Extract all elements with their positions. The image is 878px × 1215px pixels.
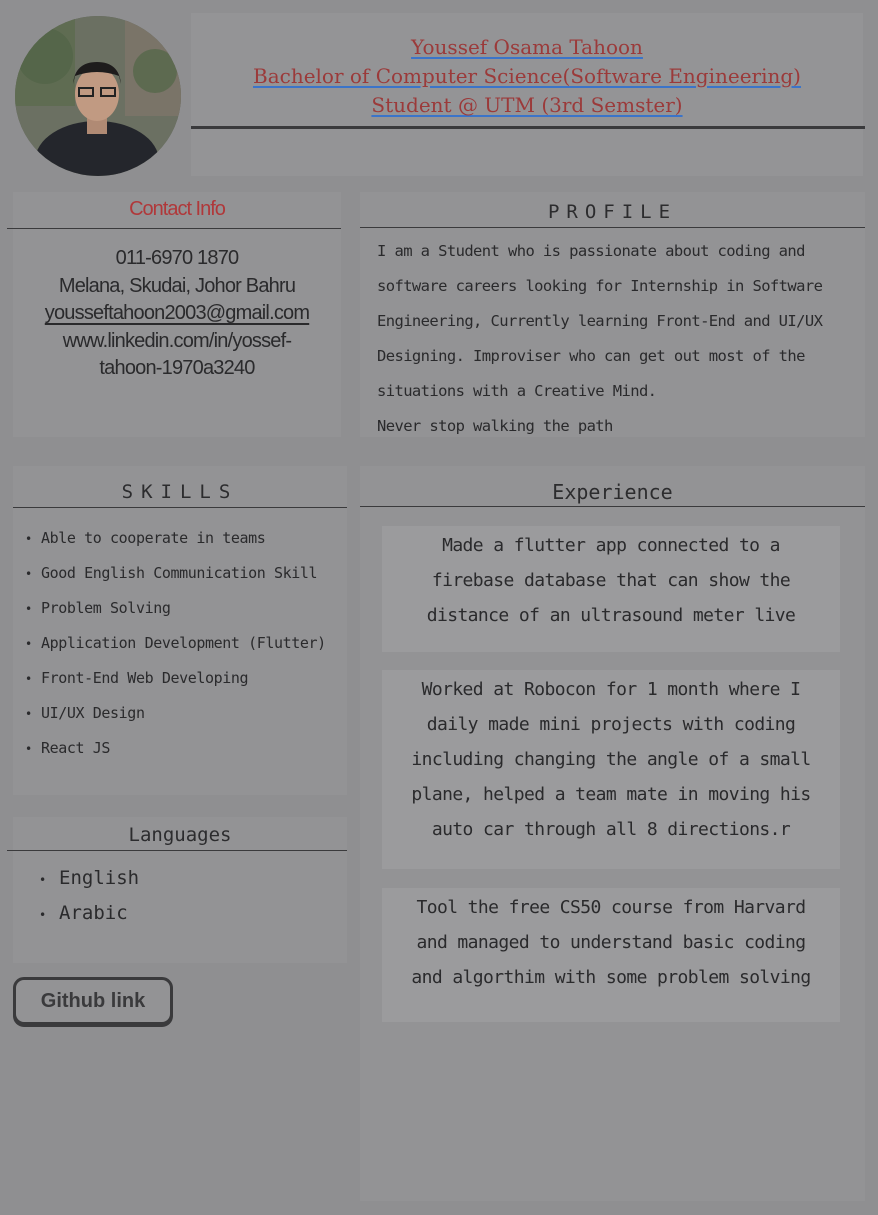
skill-item: Application Development (Flutter) (13, 634, 347, 669)
skill-item: Able to cooperate in teams (13, 529, 347, 564)
skills-title: SKILLS (121, 481, 239, 503)
address: Melana, Skudai, Johor Bahru (58, 274, 296, 297)
profile-title: PROFILE (547, 201, 678, 223)
languages-list: English Arabic (13, 851, 347, 937)
experience-line: Worked at Robocon for 1 month where I (421, 679, 801, 700)
phone-number: 011-6970 1870 (115, 247, 239, 269)
experience-panel: Experience Made a flutter app connected … (360, 466, 865, 1201)
experience-line: firebase database that can show the (431, 570, 791, 591)
email-link[interactable]: youssef­tahoon2003@gmail.com (13, 300, 341, 328)
experience-line: including changing the angle of a small (411, 749, 811, 770)
experience-card: Made a flutter app connected to a fireba… (382, 526, 840, 652)
experience-line: Tool the free CS50 course from Harvard (416, 897, 806, 918)
github-link-button[interactable]: Github link (13, 977, 173, 1025)
skill-item: Problem Solving (13, 599, 347, 634)
profile-line: situations with a Creative Mind. (377, 382, 657, 400)
degree: Bachelor of Computer Science(Software En… (253, 64, 801, 88)
student-status: Student @ UTM (3rd Semster) (371, 93, 683, 117)
skills-list: Able to cooperate in teams Good English … (13, 508, 347, 774)
profile-photo (15, 16, 181, 176)
skill-item: React JS (13, 739, 347, 774)
languages-panel: Languages English Arabic (7, 817, 347, 963)
language-item: Arabic (13, 902, 347, 937)
experience-card: Worked at Robocon for 1 month where I da… (382, 670, 840, 869)
experience-line: and managed to understand basic coding (416, 932, 806, 953)
profile-line: Never stop walking the path (377, 417, 613, 435)
skill-item: Good English Communication Skill (13, 564, 347, 599)
full-name: Youssef Osama Tahoon (411, 35, 643, 59)
profile-line: Engineering, Currently learning Front-En… (377, 312, 823, 330)
experience-line: auto car through all 8 directions.r (431, 819, 791, 840)
language-item: English (13, 867, 347, 902)
profile-panel: PROFILE I am a Student who is passionate… (360, 192, 865, 437)
experience-card: Tool the free CS50 course from Harvard a… (382, 888, 840, 1022)
linkedin-link-line1[interactable]: www.linkedin.com/in/yossef- (13, 328, 341, 356)
experience-line: plane, helped a team mate in moving his (411, 784, 811, 805)
person-photo-icon (15, 16, 181, 176)
contact-panel: Contact Info 011-6970 1870 Melana, Skuda… (7, 192, 341, 437)
experience-line: daily made mini projects with coding (426, 714, 796, 735)
languages-title: Languages (128, 824, 232, 846)
skill-item: Front-End Web Developing (13, 669, 347, 704)
profile-text: I am a Student who is passionate about c… (360, 228, 865, 444)
contact-title: Contact Info (129, 198, 226, 220)
skills-panel: SKILLS Able to cooperate in teams Good E… (13, 466, 347, 795)
experience-line: and algorthim with some problem solving (411, 967, 811, 988)
linkedin-link-line2[interactable]: tahoon-1970a3240 (13, 355, 341, 383)
header-panel: Youssef Osama Tahoon Bachelor of Compute… (191, 13, 865, 176)
profile-line: Designing. Improviser who can get out mo… (377, 347, 805, 365)
profile-line: I am a Student who is passionate about c… (377, 242, 805, 260)
experience-line: distance of an ultrasound meter live (426, 605, 796, 626)
skill-item: UI/UX Design (13, 704, 347, 739)
profile-line: software careers looking for Internship … (377, 277, 823, 295)
experience-divider (360, 506, 865, 507)
experience-line: Made a flutter app connected to a (442, 535, 780, 556)
header-divider (191, 126, 865, 129)
experience-title: Experience (552, 480, 673, 504)
